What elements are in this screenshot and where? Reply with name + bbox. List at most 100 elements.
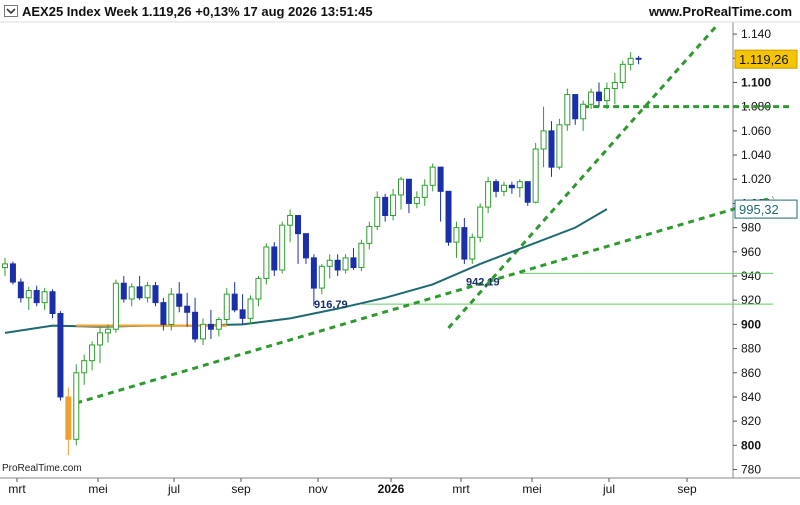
candlestick-chart: 7808008208408608809009209409609801.0001.… — [0, 21, 800, 496]
candle-body — [398, 178, 404, 196]
candle-body — [469, 236, 476, 260]
candle-body — [596, 91, 602, 102]
ma-badge-label: 995,32 — [739, 202, 779, 217]
x-tick-label: 2026 — [378, 482, 405, 496]
level-label-916: 916,79 — [314, 299, 348, 311]
y-tick-label: 780 — [741, 463, 761, 477]
candle-body — [65, 396, 72, 440]
candle-body — [223, 293, 230, 321]
candle-body — [540, 130, 547, 150]
candle-body — [17, 281, 24, 299]
candle-body — [57, 313, 64, 398]
moving-average-line — [4, 208, 608, 334]
watermark: ProRealTime.com — [2, 463, 82, 474]
candle-body — [516, 181, 523, 189]
candle-body — [548, 130, 555, 168]
candle-body — [619, 63, 626, 83]
y-tick-label: 860 — [741, 366, 761, 380]
y-tick-label: 1.020 — [741, 172, 771, 186]
y-tick-label: 1.040 — [741, 148, 771, 162]
candle-body — [255, 277, 262, 300]
candle-body — [390, 194, 397, 217]
candle-body — [81, 360, 88, 374]
candle-body — [461, 227, 468, 260]
candle-body — [429, 166, 436, 186]
candle-body — [160, 302, 167, 325]
y-tick-label: 840 — [741, 390, 761, 404]
y-tick-label: 1.100 — [741, 75, 771, 89]
candle-body — [350, 257, 357, 269]
x-tick-label: sep — [677, 482, 697, 496]
candle-body — [89, 344, 96, 362]
candle-body — [437, 166, 444, 192]
chart-title: AEX25 Index Week 1.119,26 +0,13% 17 aug … — [22, 4, 373, 19]
x-tick-label: mei — [88, 482, 107, 496]
candle-body — [168, 293, 175, 325]
candle-body — [572, 94, 579, 120]
candle-body — [263, 246, 270, 279]
candle-body — [25, 290, 32, 299]
candle-body — [152, 285, 159, 304]
candle-body — [112, 282, 119, 330]
candle-body — [2, 263, 8, 269]
candle-body — [192, 311, 199, 340]
candle-body — [231, 293, 238, 311]
candle-body — [453, 227, 460, 243]
candle-body — [405, 178, 412, 204]
candle-body — [215, 319, 222, 330]
candle-body — [184, 305, 191, 313]
x-tick-label: mei — [522, 482, 541, 496]
candle-body — [556, 124, 563, 168]
candle-body — [326, 259, 333, 267]
candle-body — [588, 91, 595, 105]
candle-body — [603, 88, 610, 102]
chart-frame: 7808008208408608809009209409609801.0001.… — [0, 0, 800, 500]
candle-body — [128, 286, 135, 300]
candle-body — [500, 184, 507, 192]
x-tick-label: mrt — [8, 482, 26, 496]
y-tick-label: 940 — [741, 269, 761, 283]
candle-body — [485, 181, 492, 208]
candle-body — [635, 57, 642, 60]
candle-body — [136, 286, 143, 299]
y-tick-label: 980 — [741, 221, 761, 235]
candle-body — [532, 148, 539, 203]
candle-body — [413, 196, 420, 204]
candle-body — [295, 215, 302, 235]
candle-body — [176, 293, 183, 307]
candle-body — [144, 285, 151, 299]
candle-body — [318, 265, 325, 289]
candle-body — [279, 224, 286, 271]
x-tick-label: sep — [231, 482, 251, 496]
candle-body — [104, 328, 111, 334]
y-tick-label: 1.140 — [741, 27, 771, 41]
chevron-down-icon[interactable] — [4, 5, 18, 17]
candle-body — [611, 81, 618, 90]
candle-body — [580, 103, 587, 120]
candle-body — [358, 242, 365, 269]
candle-body — [239, 309, 246, 319]
candle-body — [9, 263, 16, 283]
candle-body — [97, 332, 104, 346]
candle-body — [342, 257, 349, 271]
candle-body — [564, 94, 571, 126]
y-tick-label: 880 — [741, 342, 761, 356]
candle-body — [445, 190, 452, 243]
candle-body — [73, 372, 80, 440]
candle-body — [302, 233, 309, 259]
y-tick-label: 820 — [741, 414, 761, 428]
candle-body — [627, 57, 634, 65]
x-tick-label: mrt — [452, 482, 470, 496]
candle-body — [207, 323, 214, 330]
candle-body — [120, 282, 127, 300]
level-label-942: 942,19 — [466, 276, 500, 288]
candle-body — [421, 184, 428, 198]
candle-body — [334, 259, 341, 271]
x-tick-label: nov — [308, 482, 327, 496]
x-tick-label: jul — [602, 482, 615, 496]
candle-body — [493, 181, 500, 192]
brand-link[interactable]: www.ProRealTime.com — [649, 4, 792, 19]
y-tick-label: 960 — [741, 245, 761, 259]
candle-body — [33, 290, 40, 304]
candle-body — [247, 298, 254, 319]
